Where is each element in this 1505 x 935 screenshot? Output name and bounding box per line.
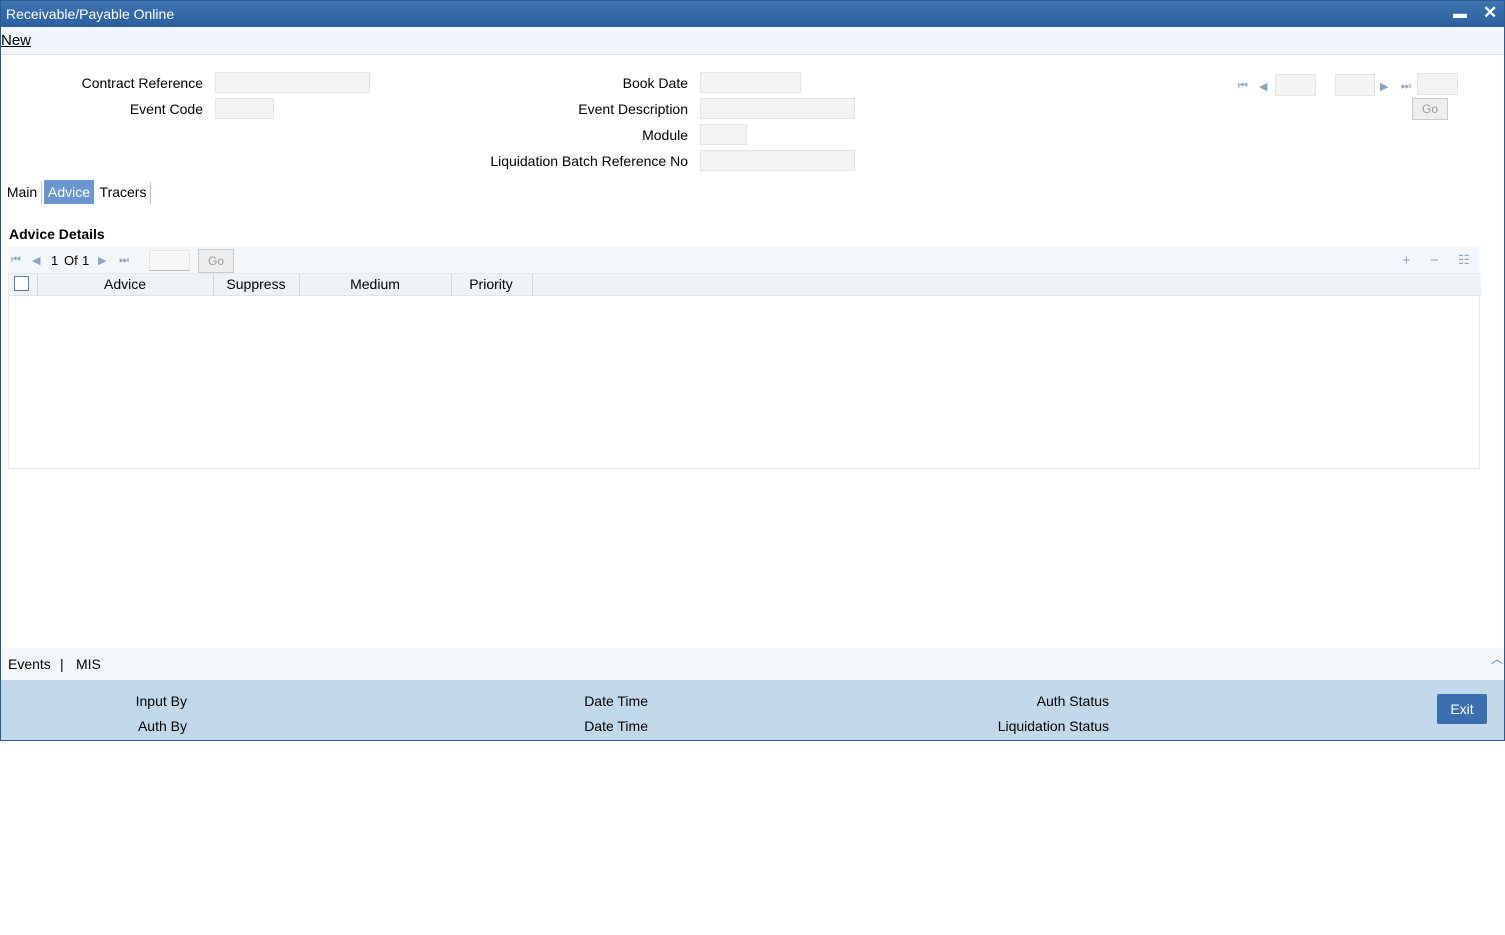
- window-title: Receivable/Payable Online: [6, 6, 175, 22]
- book-date-label: Book Date: [622, 75, 688, 91]
- prev-record-icon[interactable]: ◀: [1259, 80, 1267, 93]
- page-jump-field[interactable]: [149, 250, 190, 271]
- tab-main[interactable]: Main: [5, 180, 39, 204]
- audit-footer: Input By Auth By Date Time Date Time Aut…: [1, 680, 1504, 740]
- last-page-icon[interactable]: ⏭: [119, 254, 129, 267]
- mis-link[interactable]: MIS: [76, 656, 101, 672]
- liquidation-batch-label: Liquidation Batch Reference No: [490, 153, 688, 169]
- events-link[interactable]: Events: [8, 656, 51, 672]
- contract-reference-field[interactable]: [215, 72, 370, 93]
- record-jump-field[interactable]: [1417, 73, 1458, 95]
- book-date-field[interactable]: [700, 72, 801, 93]
- tab-tracers[interactable]: Tracers: [97, 180, 149, 204]
- first-page-icon[interactable]: ⏮: [11, 254, 21, 267]
- tab-divider: [41, 182, 42, 204]
- record-go-button[interactable]: Go: [1412, 98, 1448, 120]
- sub-screen-links: Events | MIS ︿: [1, 648, 1504, 680]
- liquidation-batch-field[interactable]: [700, 150, 855, 171]
- auth-status-label: Auth Status: [1036, 693, 1109, 709]
- advice-grid-header: Advice Suppress Medium Priority: [9, 274, 1481, 296]
- delete-row-icon[interactable]: −: [1430, 252, 1439, 269]
- first-record-icon[interactable]: ⏮: [1238, 80, 1248, 93]
- advice-grid-toolbar: ⏮ ◀ 1 Of 1 ▶ ⏭ Go + − ☷: [8, 247, 1479, 273]
- event-code-field[interactable]: [215, 98, 274, 119]
- link-separator: |: [60, 656, 64, 672]
- record-current-field[interactable]: [1275, 74, 1316, 96]
- column-header-medium[interactable]: Medium: [299, 276, 451, 292]
- auth-by-label: Auth By: [137, 718, 187, 734]
- collapse-chevron-icon[interactable]: ︿: [1491, 650, 1503, 667]
- close-icon[interactable]: ✕: [1483, 3, 1497, 23]
- main-window: Receivable/Payable Online ▬ ✕ New Contra…: [0, 0, 1505, 741]
- advice-details-title: Advice Details: [9, 226, 105, 242]
- input-by-label: Input By: [135, 693, 187, 709]
- auth-date-time-label: Date Time: [584, 718, 648, 734]
- module-label: Module: [642, 127, 688, 143]
- event-code-label: Event Code: [129, 101, 203, 117]
- toolbar: New: [1, 27, 1504, 55]
- new-link[interactable]: New: [1, 32, 31, 49]
- page-current: 1: [51, 253, 59, 268]
- input-date-time-label: Date Time: [584, 693, 648, 709]
- prev-page-icon[interactable]: ◀: [32, 254, 40, 267]
- next-page-icon[interactable]: ▶: [98, 254, 106, 267]
- tab-advice[interactable]: Advice: [44, 180, 94, 204]
- event-description-field[interactable]: [700, 98, 855, 119]
- select-all-checkbox[interactable]: [14, 276, 29, 291]
- event-description-label: Event Description: [578, 101, 688, 117]
- page-go-button[interactable]: Go: [198, 249, 234, 273]
- exit-button[interactable]: Exit: [1437, 694, 1487, 724]
- column-header-suppress[interactable]: Suppress: [213, 276, 299, 292]
- title-bar: Receivable/Payable Online ▬ ✕: [1, 1, 1504, 27]
- module-field[interactable]: [700, 124, 747, 145]
- add-row-icon[interactable]: +: [1402, 252, 1411, 269]
- view-row-icon[interactable]: ☷: [1458, 252, 1470, 268]
- column-header-advice[interactable]: Advice: [37, 276, 213, 292]
- page-of: Of: [64, 253, 78, 268]
- last-record-icon[interactable]: ⏭: [1401, 80, 1411, 93]
- column-header-priority[interactable]: Priority: [451, 276, 531, 292]
- liquidation-status-label: Liquidation Status: [997, 718, 1109, 734]
- next-record-icon[interactable]: ▶: [1380, 80, 1388, 93]
- page-total: 1: [82, 253, 90, 268]
- advice-grid: Advice Suppress Medium Priority: [8, 273, 1481, 469]
- minimize-icon[interactable]: ▬: [1453, 5, 1467, 21]
- record-total-field[interactable]: [1335, 74, 1375, 96]
- column-divider: [532, 274, 533, 295]
- contract-reference-label: Contract Reference: [81, 75, 203, 91]
- tab-divider: [150, 182, 151, 204]
